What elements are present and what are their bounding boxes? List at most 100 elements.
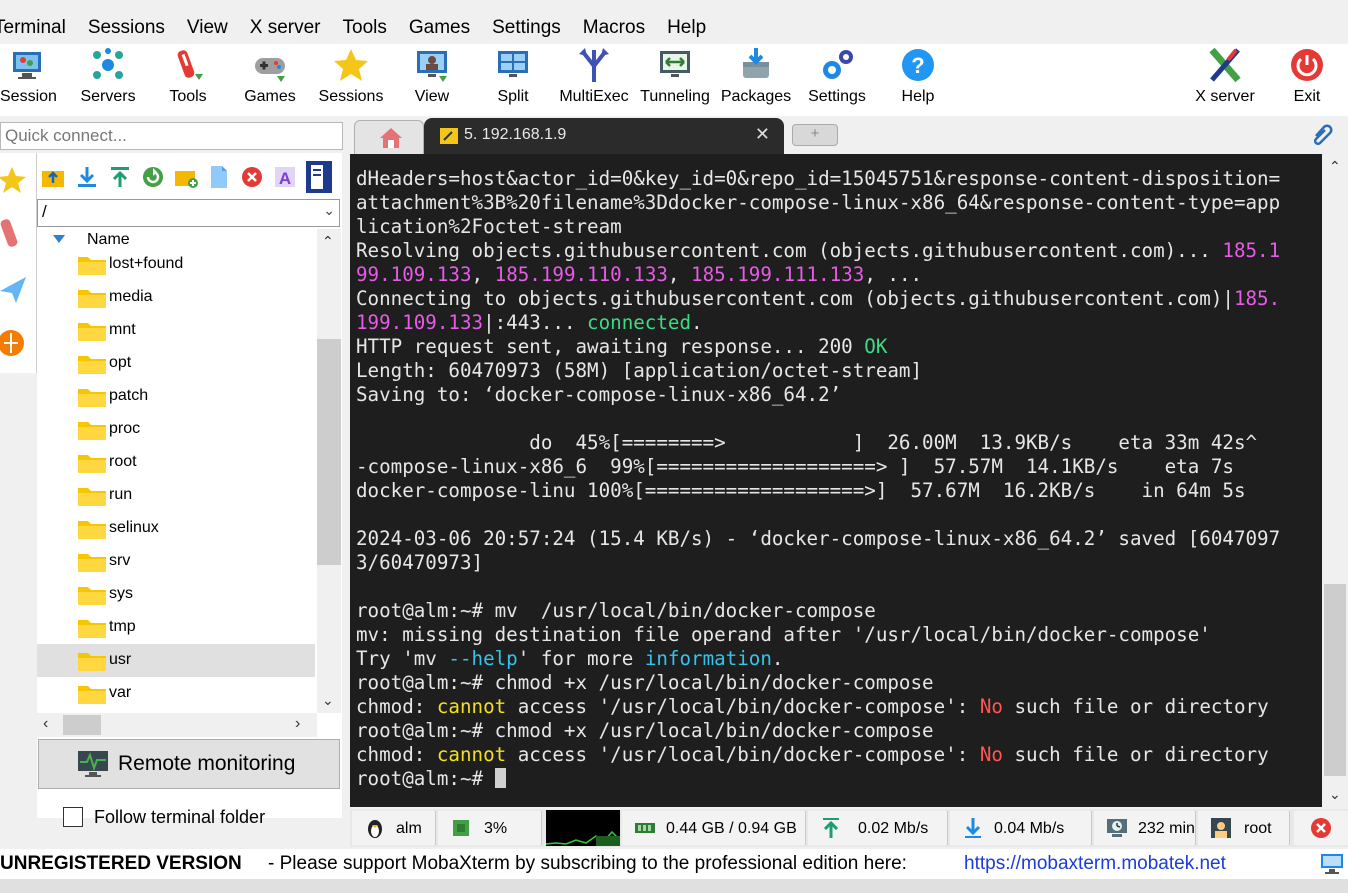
- terminal-text: .: [691, 311, 703, 334]
- sftp-path-input[interactable]: / ⌄: [37, 199, 340, 227]
- settings-button[interactable]: Settings: [806, 46, 868, 112]
- view-button[interactable]: View: [410, 46, 454, 112]
- session-button[interactable]: Session: [0, 46, 57, 112]
- file-row[interactable]: usr: [37, 644, 315, 677]
- packages-button[interactable]: Packages: [720, 46, 792, 112]
- tab-session-5[interactable]: 5. 192.168.1.9 ✕: [424, 118, 784, 154]
- terminal-text: root@alm:~# chmod +x /usr/local/bin/dock…: [356, 719, 934, 742]
- status-user: root: [1198, 811, 1290, 845]
- permissions-icon[interactable]: [306, 161, 332, 193]
- tools-side-icon[interactable]: [0, 213, 30, 253]
- upload-icon[interactable]: [108, 165, 132, 189]
- sftp-send-icon[interactable]: [0, 269, 30, 309]
- monitor-icon[interactable]: [1320, 853, 1344, 875]
- macros-icon[interactable]: [0, 323, 30, 363]
- home-icon: [380, 128, 402, 148]
- file-row[interactable]: tmp: [37, 611, 315, 644]
- scroll-up-icon[interactable]: ⌃: [322, 233, 334, 250]
- parent-folder-icon[interactable]: [41, 165, 65, 189]
- scroll-down-icon[interactable]: ⌄: [1329, 786, 1341, 803]
- file-row[interactable]: sys: [37, 578, 315, 611]
- terminal-output[interactable]: dHeaders=host&actor_id=0&key_id=0&repo_i…: [350, 154, 1322, 807]
- mobaxterm-link[interactable]: https://mobaxterm.mobatek.net: [964, 853, 1226, 875]
- folder-icon: [78, 653, 106, 671]
- x-server-label: X server: [1195, 88, 1255, 105]
- terminal-text: attachment%3B%20filename%3Ddocker-compos…: [356, 191, 1281, 214]
- scroll-right-icon[interactable]: ›: [295, 715, 300, 733]
- scroll-up-icon[interactable]: ⌃: [1329, 158, 1341, 175]
- scroll-down-icon[interactable]: ⌄: [322, 692, 334, 709]
- terminal-text: |:443...: [483, 311, 588, 334]
- folder-icon: [78, 422, 106, 440]
- file-row[interactable]: root: [37, 446, 315, 479]
- menu-tools[interactable]: Tools: [332, 17, 398, 39]
- terminal-line: do 45%[========> ] 26.00M 13.9KB/s eta 3…: [356, 431, 1257, 455]
- servers-button[interactable]: Servers: [78, 46, 138, 112]
- file-row[interactable]: patch: [37, 380, 315, 413]
- menu-sessions[interactable]: Sessions: [77, 17, 176, 39]
- attach-icon[interactable]: [1310, 122, 1334, 148]
- tunneling-button[interactable]: Tunneling: [638, 46, 712, 112]
- scroll-thumb[interactable]: [63, 715, 101, 735]
- menu-terminal[interactable]: Terminal: [0, 17, 77, 39]
- multiexec-button[interactable]: MultiExec: [558, 46, 630, 112]
- tools-button[interactable]: Tools: [162, 46, 214, 112]
- delete-icon[interactable]: [240, 165, 264, 189]
- terminal-scroll-thumb[interactable]: [1324, 584, 1346, 776]
- remote-monitoring-button[interactable]: Remote monitoring: [38, 739, 340, 789]
- follow-terminal-checkbox[interactable]: [63, 807, 83, 827]
- terminal-text: information: [644, 647, 772, 670]
- file-row[interactable]: lost+found: [37, 248, 315, 281]
- menu-x-server[interactable]: X server: [239, 17, 332, 39]
- new-folder-icon[interactable]: [174, 165, 198, 189]
- terminal-text: docker-compose-linu 100%[===============…: [356, 479, 1246, 502]
- quick-connect-input[interactable]: Quick connect...: [0, 122, 343, 150]
- file-row[interactable]: srv: [37, 545, 315, 578]
- file-row[interactable]: mnt: [37, 314, 315, 347]
- sessions-button[interactable]: Sessions: [318, 46, 384, 112]
- menu-games[interactable]: Games: [398, 17, 481, 39]
- file-list-vertical-scrollbar[interactable]: ⌃ ⌄: [317, 229, 341, 713]
- star-icon: [334, 49, 368, 81]
- file-row[interactable]: run: [37, 479, 315, 512]
- menu-view[interactable]: View: [176, 17, 239, 39]
- download-icon[interactable]: [75, 165, 99, 189]
- chevron-down-icon[interactable]: ⌄: [323, 202, 335, 219]
- refresh-icon[interactable]: [141, 165, 165, 189]
- terminal-line: root@alm:~# mv /usr/local/bin/docker-com…: [356, 599, 876, 623]
- follow-terminal-label: Follow terminal folder: [94, 807, 266, 827]
- terminal-text: Resolving objects.githubusercontent.com …: [356, 239, 1223, 262]
- games-button[interactable]: Games: [242, 46, 298, 112]
- gear-icon: [823, 50, 853, 79]
- status-upload-value: 0.02 Mb/s: [858, 820, 929, 837]
- menu-help[interactable]: Help: [656, 17, 717, 39]
- folder-icon: [78, 686, 106, 704]
- close-tab-icon[interactable]: ✕: [755, 124, 770, 145]
- exit-button[interactable]: Exit: [1286, 46, 1328, 112]
- file-row[interactable]: opt: [37, 347, 315, 380]
- folder-icon: [78, 521, 106, 539]
- servers-label: Servers: [80, 88, 136, 105]
- new-file-icon[interactable]: [207, 165, 231, 189]
- file-row[interactable]: proc: [37, 413, 315, 446]
- split-button[interactable]: Split: [492, 46, 534, 112]
- menu-macros[interactable]: Macros: [572, 17, 656, 39]
- file-row[interactable]: media: [37, 281, 315, 314]
- add-tab-button[interactable]: +: [792, 124, 838, 146]
- terminal-scrollbar[interactable]: ⌃ ⌄: [1322, 154, 1348, 807]
- help-button[interactable]: ? Help: [896, 46, 940, 112]
- file-row[interactable]: selinux: [37, 512, 315, 545]
- user-icon: [1211, 818, 1231, 838]
- home-tab[interactable]: [354, 120, 424, 154]
- scroll-thumb[interactable]: [317, 339, 341, 565]
- x-server-button[interactable]: X server: [1190, 46, 1260, 112]
- file-list-horizontal-scrollbar[interactable]: ‹ ›: [37, 713, 317, 737]
- menu-settings[interactable]: Settings: [481, 17, 572, 39]
- file-row-name: usr: [109, 651, 132, 668]
- rename-icon[interactable]: A: [273, 165, 297, 189]
- session-label: Session: [0, 88, 57, 105]
- sessions-star-icon[interactable]: [0, 161, 30, 201]
- file-row[interactable]: var: [37, 677, 315, 710]
- disconnect-button[interactable]: [1294, 811, 1348, 845]
- scroll-left-icon[interactable]: ‹: [43, 715, 48, 733]
